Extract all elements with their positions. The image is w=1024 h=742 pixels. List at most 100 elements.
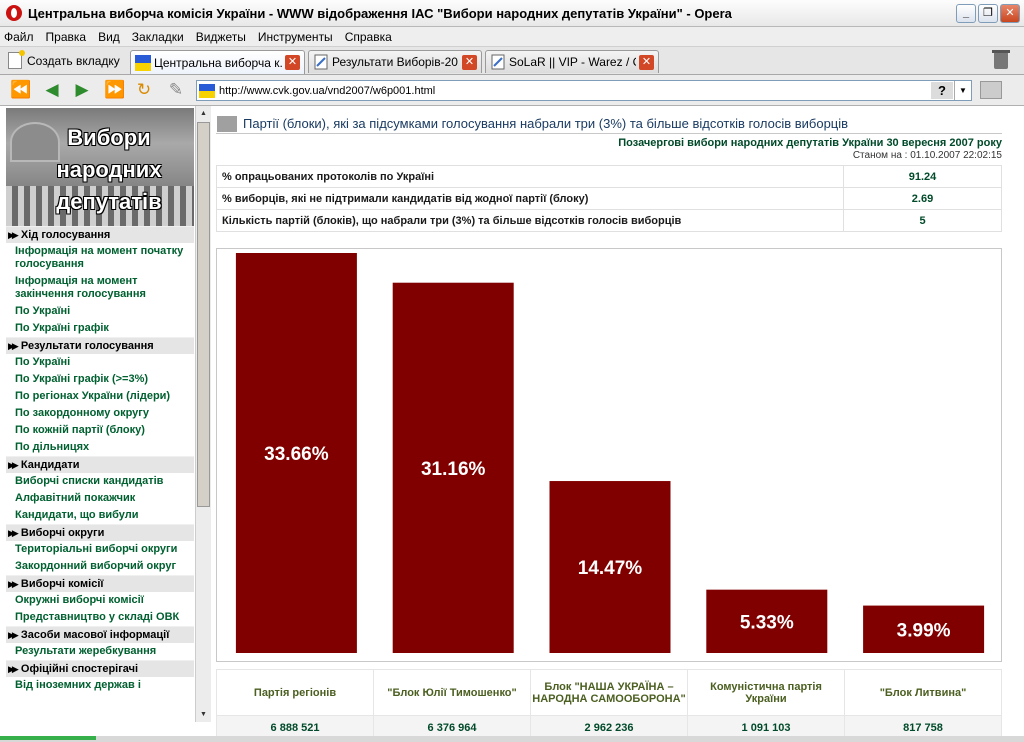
sidebar-link[interactable]: По дільницях xyxy=(6,439,194,456)
sidebar-section-header: ▶▶ Результати голосування xyxy=(6,337,194,354)
tab-cvk[interactable]: Центральна виборча к... ✕ xyxy=(130,50,305,74)
sidebar-link[interactable]: Інформація на момент початку голосування xyxy=(6,243,194,273)
menu-edit[interactable]: Правка xyxy=(46,30,87,44)
menu-tools[interactable]: Инструменты xyxy=(258,30,333,44)
sidebar-section-header: ▶▶ Виборчі округи xyxy=(6,524,194,541)
minimize-button[interactable]: _ xyxy=(956,4,976,23)
edit-icon[interactable]: ✎ xyxy=(166,81,186,99)
page-favicon-icon xyxy=(314,54,328,70)
scroll-up-icon[interactable]: ▲ xyxy=(196,106,211,121)
load-progress xyxy=(0,736,96,740)
sidebar-link[interactable]: Окружні виборчі комісії xyxy=(6,592,194,609)
sidebar-link[interactable]: По закордонному округу xyxy=(6,405,194,422)
menu-widgets[interactable]: Виджеты xyxy=(196,30,246,44)
sidebar-link[interactable]: Результати жеребкування xyxy=(6,643,194,660)
sidebar-link[interactable]: Інформація на момент закінчення голосува… xyxy=(6,273,194,303)
sidebar-section-title: Офіційні спостерігачі xyxy=(20,663,139,675)
fast-forward-icon[interactable]: ⏩ xyxy=(104,81,125,99)
stats-label: % опрацьованих протоколів по Україні xyxy=(216,165,844,188)
tab-label: SoLaR || VIP - Warez / G... xyxy=(509,55,636,69)
main-content: Партії (блоки), які за підсумками голосу… xyxy=(216,114,1002,740)
forward-icon[interactable]: ▶ xyxy=(72,81,92,99)
sidebar-section-header: ▶▶ Офіційні спостерігачі xyxy=(6,660,194,677)
double-arrow-icon: ▶▶ xyxy=(8,230,19,240)
tab-solar[interactable]: SoLaR || VIP - Warez / G... ✕ xyxy=(485,50,659,73)
results-chart: 33.66% 31.16% 14.47% 5.33% 3.99% xyxy=(216,248,1002,662)
status-bar xyxy=(0,736,1024,742)
sidebar-link[interactable]: По кожній партії (блоку) xyxy=(6,422,194,439)
election-name: Позачергові вибори народних депутатів Ук… xyxy=(618,137,1002,149)
menu-view[interactable]: Вид xyxy=(98,30,120,44)
sidebar-link[interactable]: По регіонах України (лідери) xyxy=(6,388,194,405)
stats-value: 91.24 xyxy=(843,165,1002,188)
panel-toggle-icon[interactable] xyxy=(980,81,1002,99)
sidebar-link[interactable]: Представництво у складі ОВК xyxy=(6,609,194,626)
reload-icon[interactable]: ↻ xyxy=(134,81,154,99)
sidebar-section-title: Виборчі комісії xyxy=(20,578,104,590)
restore-button[interactable]: ❐ xyxy=(978,4,998,23)
cvk-favicon-icon xyxy=(135,54,151,71)
sidebar-link[interactable]: По Україні xyxy=(6,303,194,320)
stats-row: % опрацьованих протоколів по Україні 91.… xyxy=(216,165,1002,188)
address-url: http://www.cvk.gov.ua/vnd2007/w6p001.htm… xyxy=(219,84,436,97)
double-arrow-icon: ▶▶ xyxy=(8,341,19,351)
sidebar-link[interactable]: Від іноземних держав і xyxy=(6,677,194,694)
tab-bar: Создать вкладку Центральна виборча к... … xyxy=(0,47,1024,75)
sidebar-link[interactable]: Територіальні виборчі округи xyxy=(6,541,194,558)
menu-bookmarks[interactable]: Закладки xyxy=(132,30,184,44)
sidebar-link[interactable]: По Україні графік (>=3%) xyxy=(6,371,194,388)
double-arrow-icon: ▶▶ xyxy=(8,630,19,640)
party-name-cell[interactable]: Блок "НАША УКРАЇНА – НАРОДНА САМООБОРОНА… xyxy=(530,669,688,716)
close-window-button[interactable]: ✕ xyxy=(1000,4,1020,23)
page-title-text: Партії (блоки), які за підсумками голосу… xyxy=(243,116,849,131)
party-name-cell[interactable]: "Блок Литвина" xyxy=(844,669,1002,716)
sidebar-link[interactable]: Виборчі списки кандидатів xyxy=(6,473,194,490)
party-name-cell[interactable]: Комуністична партія України xyxy=(687,669,845,716)
scroll-down-icon[interactable]: ▼ xyxy=(196,707,211,722)
address-field[interactable]: http://www.cvk.gov.ua/vnd2007/w6p001.htm… xyxy=(196,80,972,101)
cvk-favicon-icon xyxy=(199,83,215,98)
sidebar-section-title: Кандидати xyxy=(20,459,80,471)
site-info-icon[interactable]: ? xyxy=(931,82,953,99)
new-document-icon xyxy=(8,50,25,69)
party-name-cell[interactable]: Партія регіонів xyxy=(216,669,374,716)
double-arrow-icon: ▶▶ xyxy=(8,664,19,674)
scrollbar-thumb[interactable] xyxy=(197,122,210,507)
window-title: Центральна виборча комісія України - WWW… xyxy=(28,5,732,21)
party-name-cell[interactable]: "Блок Юлії Тимошенко" xyxy=(373,669,531,716)
sidebar-section-header: ▶▶ Виборчі комісії xyxy=(6,575,194,592)
tab-results[interactable]: Результати Виборів-20... ✕ xyxy=(308,50,482,73)
close-tab-icon[interactable]: ✕ xyxy=(462,54,477,70)
opera-logo-icon xyxy=(6,5,22,21)
window-controls: _ ❐ ✕ xyxy=(956,4,1020,23)
menu-help[interactable]: Справка xyxy=(345,30,392,44)
back-icon[interactable]: ◀ xyxy=(42,81,62,99)
stats-row: % виборців, які не підтримали кандидатів… xyxy=(216,187,1002,210)
rewind-icon[interactable]: ⏪ xyxy=(10,81,31,99)
sidebar-section-title: Виборчі округи xyxy=(20,527,105,539)
menu-bar: Файл Правка Вид Закладки Виджеты Инструм… xyxy=(0,27,1024,47)
stats-table: % опрацьованих протоколів по Україні 91.… xyxy=(216,165,1002,232)
menu-file[interactable]: Файл xyxy=(4,30,34,44)
banner-text: Вибори народних депутатів xyxy=(56,125,162,214)
navigation-bar: ⏪ ◀ ▶ ⏩ ↻ ✎ http://www.cvk.gov.ua/vnd200… xyxy=(0,75,1024,106)
new-tab-button[interactable]: Создать вкладку xyxy=(8,50,120,69)
sidebar-section-header: ▶▶ Хід голосування xyxy=(6,226,194,243)
sidebar-link[interactable]: По Україні графік xyxy=(6,320,194,337)
sidebar-scrollbar[interactable]: ▲ ▼ xyxy=(195,106,211,722)
address-dropdown-icon[interactable]: ▼ xyxy=(954,81,971,100)
bar-value-label: 5.33% xyxy=(740,612,794,633)
sidebar-link[interactable]: Кандидати, що вибули xyxy=(6,507,194,524)
bar-value-label: 3.99% xyxy=(897,620,951,641)
sidebar-link[interactable]: По Україні xyxy=(6,354,194,371)
double-arrow-icon: ▶▶ xyxy=(8,460,19,470)
double-arrow-icon: ▶▶ xyxy=(8,579,19,589)
page-title: Партії (блоки), які за підсумками голосу… xyxy=(216,114,1002,134)
results-table: Партія регіонів "Блок Юлії Тимошенко" Блок… xyxy=(216,669,1002,740)
close-tab-icon[interactable]: ✕ xyxy=(639,54,654,70)
close-tab-icon[interactable]: ✕ xyxy=(285,55,300,70)
sidebar-link[interactable]: Алфавітний покажчик xyxy=(6,490,194,507)
sidebar-link[interactable]: Закордонний виборчий округ xyxy=(6,558,194,575)
bar-chart: 33.66% 31.16% 14.47% 5.33% 3.99% xyxy=(235,253,985,653)
trash-icon[interactable] xyxy=(992,50,1010,69)
